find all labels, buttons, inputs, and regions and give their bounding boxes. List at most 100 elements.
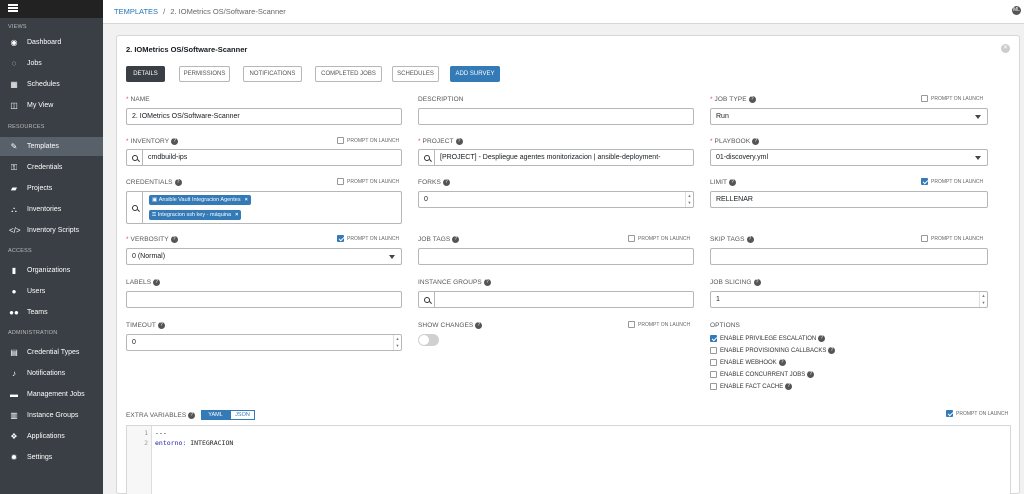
help-icon: ? xyxy=(455,138,463,145)
project-field[interactable]: [PROJECT] - Despliegue agentes monitoriz… xyxy=(418,149,694,166)
prompt-checkbox xyxy=(628,235,635,242)
skip-tags-field[interactable] xyxy=(710,248,988,265)
tab-notifications[interactable]: NOTIFICATIONS xyxy=(243,66,302,82)
option-provisioning-callbacks[interactable]: ENABLE PROVISIONING CALLBACKS? xyxy=(710,347,836,354)
tab-completed-jobs[interactable]: COMPLETED JOBS xyxy=(315,66,382,82)
sidebar-item-notifications[interactable]: ♪ Notifications xyxy=(0,364,103,383)
dashboard-icon: ◉ xyxy=(10,38,18,47)
description-field[interactable] xyxy=(418,108,694,125)
job-tags-label: JOB TAGS? xyxy=(418,236,460,243)
yaml-toggle[interactable]: YAML xyxy=(201,410,230,420)
sidebar-item-jobs[interactable]: ◌ Jobs xyxy=(0,54,103,73)
skip-tags-label: SKIP TAGS? xyxy=(710,236,754,243)
sidebar-item-instance-groups[interactable]: ▥ Instance Groups xyxy=(0,406,103,425)
help-icon: ? xyxy=(171,138,179,145)
forks-label: FORKS? xyxy=(418,179,450,186)
show-changes-prompt[interactable]: PROMPT ON LAUNCH xyxy=(628,321,690,328)
number-stepper: ▲ ▼ xyxy=(393,335,401,350)
search-icon xyxy=(131,204,138,211)
page-title: 2. IOMetrics OS/Software-Scanner xyxy=(126,45,248,54)
sidebar-item-label: Jobs xyxy=(27,60,42,67)
sidebar-item-inventories[interactable]: ⛬ Inventories xyxy=(0,200,103,219)
add-survey-button[interactable]: ADD SURVEY xyxy=(450,66,500,82)
extra-variables-label: EXTRA VARIABLES? xyxy=(126,412,196,419)
job-tags-field[interactable] xyxy=(418,248,694,265)
credentials-field[interactable]: ▣ Ansible Vault Integracion Agentes × ⚿ I… xyxy=(126,191,402,224)
inventory-prompt[interactable]: PROMPT ON LAUNCH xyxy=(337,137,399,144)
job-type-select[interactable]: Run xyxy=(710,108,988,125)
sidebar-item-credentials[interactable]: ⚿ Credentials xyxy=(0,158,103,177)
sidebar-item-users[interactable]: ● Users xyxy=(0,282,103,301)
show-changes-label: SHOW CHANGES? xyxy=(418,322,483,329)
sidebar-item-dashboard[interactable]: ◉ Dashboard xyxy=(0,33,103,52)
verbosity-select[interactable]: 0 (Normal) xyxy=(126,248,402,265)
sidebar-item-inventory-scripts[interactable]: </> Inventory Scripts xyxy=(0,221,103,240)
help-icon: ? xyxy=(483,279,491,286)
name-field[interactable]: 2. IOMetrics OS/Software-Scanner xyxy=(126,108,402,125)
code-line: --- xyxy=(155,429,167,437)
option-privilege-escalation[interactable]: ENABLE PRIVILEGE ESCALATION? xyxy=(710,335,826,342)
search-icon xyxy=(423,154,430,161)
sidebar-item-label: Schedules xyxy=(27,81,60,88)
sidebar-item-my-view[interactable]: ◫ My View xyxy=(0,96,103,115)
verbosity-prompt[interactable]: PROMPT ON LAUNCH xyxy=(337,235,399,242)
avatar[interactable]: ML xyxy=(1012,6,1021,15)
job-type-prompt[interactable]: PROMPT ON LAUNCH xyxy=(921,95,983,102)
help-icon: ? xyxy=(170,236,178,243)
sidebar-item-label: Instance Groups xyxy=(27,412,79,419)
hamburger-menu-icon[interactable] xyxy=(8,4,18,12)
tab-permissions[interactable]: PERMISSIONS xyxy=(179,66,230,82)
sidebar-item-label: Teams xyxy=(27,309,48,316)
instance-groups-field[interactable] xyxy=(418,291,694,308)
close-icon[interactable]: ✕ xyxy=(1001,44,1010,53)
tab-details[interactable]: DETAILS xyxy=(126,66,165,82)
sidebar-item-settings[interactable]: ✹ Settings xyxy=(0,448,103,467)
sidebar-item-templates[interactable]: ✎ Templates xyxy=(0,137,103,156)
credential-chip[interactable]: ⚿ Integracion ssh key - máquina × xyxy=(149,210,242,220)
sidebar-item-schedules[interactable]: ▦ Schedules xyxy=(0,75,103,94)
breadcrumb-templates-link[interactable]: TEMPLATES xyxy=(114,7,158,16)
instance-groups-search-button xyxy=(419,292,435,307)
key-icon: ⚿ xyxy=(10,162,18,172)
calendar-icon: ▦ xyxy=(10,80,18,89)
extra-variables-prompt[interactable]: PROMPT ON LAUNCH xyxy=(946,410,1008,417)
tab-schedules[interactable]: SCHEDULES xyxy=(392,66,439,82)
sidebar-top-bar xyxy=(0,0,103,18)
show-changes-toggle[interactable] xyxy=(418,334,439,346)
credential-chip[interactable]: ▣ Ansible Vault Integracion Agentes × xyxy=(149,195,251,205)
sidebar-item-applications[interactable]: ❖ Applications xyxy=(0,427,103,446)
chevron-down-icon xyxy=(975,115,981,119)
prompt-checkbox xyxy=(946,410,953,417)
option-webhook[interactable]: ENABLE WEBHOOK? xyxy=(710,359,786,366)
labels-label: LABELS? xyxy=(126,279,161,286)
sidebar-item-label: Dashboard xyxy=(27,39,62,46)
limit-field[interactable]: RELLENAR xyxy=(710,191,988,208)
forks-field[interactable]: 0 ▲ ▼ xyxy=(418,191,694,208)
sidebar-item-teams[interactable]: ●● Teams xyxy=(0,303,103,322)
inventory-search-button xyxy=(127,150,143,165)
labels-field[interactable] xyxy=(126,291,402,308)
timeout-field[interactable]: 0 ▲ ▼ xyxy=(126,334,402,351)
section-access: ACCESS xyxy=(8,248,32,254)
playbook-select[interactable]: 01-discovery.yml xyxy=(710,149,988,166)
number-stepper: ▲ ▼ xyxy=(685,192,693,207)
sidebar-item-label: Credentials xyxy=(27,164,63,171)
skip-tags-prompt[interactable]: PROMPT ON LAUNCH xyxy=(921,235,983,242)
json-toggle[interactable]: JSON xyxy=(230,410,255,420)
sidebar-item-label: Notifications xyxy=(27,370,66,377)
option-fact-cache[interactable]: ENABLE FACT CACHE? xyxy=(710,383,793,390)
extra-variables-editor[interactable]: 1 2 --- entorno: INTEGRACION xyxy=(126,425,1011,494)
sitemap-icon: ⛬ xyxy=(11,204,17,214)
job-tags-prompt[interactable]: PROMPT ON LAUNCH xyxy=(628,235,690,242)
sidebar-item-management-jobs[interactable]: ▬ Management Jobs xyxy=(0,385,103,404)
option-concurrent-jobs[interactable]: ENABLE CONCURRENT JOBS? xyxy=(710,371,815,378)
sidebar-item-projects[interactable]: ▰ Projects xyxy=(0,179,103,198)
job-slicing-field[interactable]: 1 ▲ ▼ xyxy=(710,291,988,308)
sidebar-item-credential-types[interactable]: ▤ Credential Types xyxy=(0,343,103,362)
credentials-prompt[interactable]: PROMPT ON LAUNCH xyxy=(337,178,399,185)
inventory-field[interactable]: cmdbuild-ips xyxy=(126,149,402,166)
sidebar-item-organizations[interactable]: ▮ Organizations xyxy=(0,261,103,280)
sidebar-item-label: Applications xyxy=(27,433,65,440)
prompt-checkbox xyxy=(921,178,928,185)
limit-prompt[interactable]: PROMPT ON LAUNCH xyxy=(921,178,983,185)
